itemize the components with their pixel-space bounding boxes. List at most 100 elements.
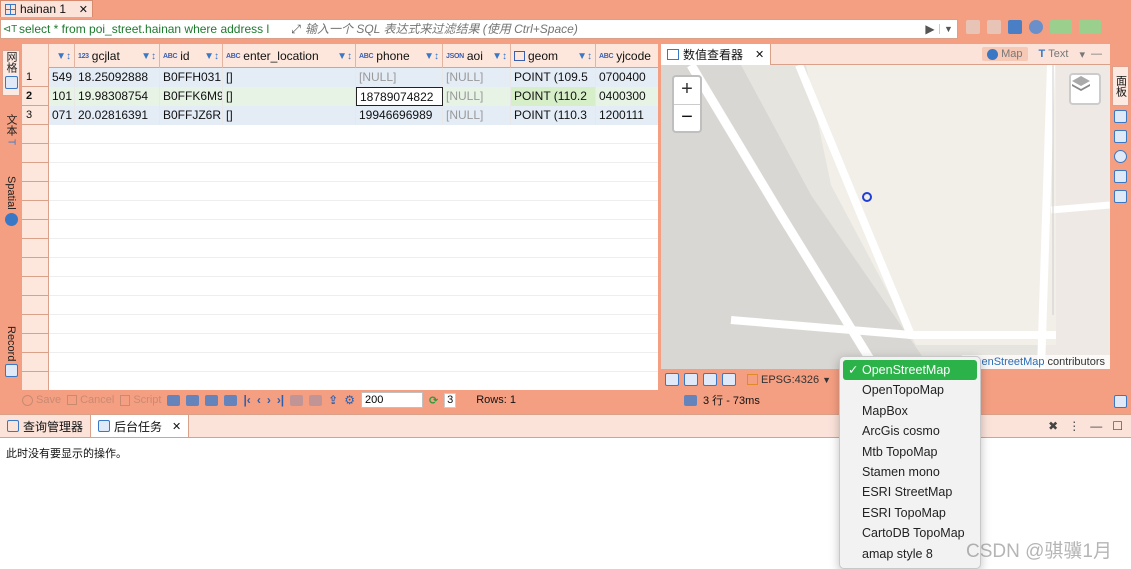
filter-icon[interactable]: ▼↕	[141, 51, 156, 62]
first-page-icon[interactable]: |‹	[243, 393, 250, 407]
table-cell[interactable]: 1200111	[596, 106, 658, 125]
map-mode-button[interactable]: Map	[982, 47, 1028, 61]
grid-panel-icon[interactable]	[1114, 110, 1127, 123]
table-cell[interactable]: 19946696989	[356, 106, 443, 125]
cancel-tasks-icon[interactable]: ✖	[1048, 419, 1058, 433]
refresh-icon[interactable]: ⟳	[429, 394, 438, 407]
table-row[interactable]: 1 549 18.25092888 B0FFH031 [] [NULL] [NU…	[22, 68, 658, 87]
row-number[interactable]: 2	[22, 87, 49, 106]
basemap-menu-item[interactable]: Mtb TopoMap	[843, 442, 977, 462]
sql-query-text[interactable]: select * from poi_street.hainan where ad…	[19, 22, 287, 36]
table-cell[interactable]: POINT (109.5	[511, 68, 596, 87]
maximize-icon[interactable]: ☐	[1112, 419, 1123, 433]
column-header-aoi[interactable]: JSON aoi ▼↕	[443, 44, 511, 68]
view-tab-text[interactable]: 文本 T	[2, 114, 20, 154]
apply-filter-icon[interactable]: ▶	[921, 22, 939, 36]
basemap-menu-item[interactable]: ArcGis cosmo	[843, 421, 977, 441]
close-icon[interactable]: ✕	[172, 420, 181, 433]
table-cell[interactable]: 19.98308754	[75, 87, 160, 106]
filter-icon[interactable]: ▼↕	[424, 51, 439, 62]
table-cell[interactable]: B0FFK6M9	[160, 87, 223, 106]
table-cell[interactable]: []	[223, 68, 356, 87]
basemap-menu-item[interactable]: ✓ OpenStreetMap	[843, 360, 977, 381]
table-cell[interactable]: 101	[49, 87, 75, 106]
delete-row-icon[interactable]	[224, 394, 238, 406]
script-button[interactable]: Script	[120, 394, 161, 406]
next-page-icon[interactable]: ›	[267, 393, 271, 407]
zoom-in-button[interactable]: +	[674, 77, 700, 104]
view-tab-record[interactable]: Record	[2, 326, 20, 384]
edit-row-icon[interactable]	[167, 394, 181, 406]
filter-icon[interactable]: ▼↕	[56, 51, 71, 62]
filter-history-dropdown[interactable]: ▼	[939, 24, 957, 34]
filter-icon[interactable]: ▼↕	[337, 51, 352, 62]
map-view[interactable]: + − OpenStreetMap contributors	[661, 65, 1110, 369]
forward-arrow-icon[interactable]	[1079, 20, 1101, 34]
basemap-menu-item[interactable]: amap style 8	[843, 544, 977, 564]
export-icon[interactable]: ⇪	[328, 393, 338, 407]
row-number[interactable]: 1	[22, 68, 49, 87]
column-header-yjcode[interactable]: ABC yjcode	[596, 44, 658, 68]
back-arrow-icon[interactable]	[1050, 20, 1072, 34]
view-menu-icon[interactable]: ▾	[1079, 48, 1085, 61]
image-copy-icon[interactable]	[703, 373, 717, 386]
filter-icon[interactable]: ▼↕	[492, 51, 507, 62]
table-cell[interactable]: B0FFH031	[160, 68, 223, 87]
basemap-menu-item[interactable]: ESRI StreetMap	[843, 482, 977, 502]
table-cell[interactable]: B0FFJZ6R	[160, 106, 223, 125]
filter-input[interactable]	[305, 22, 921, 36]
filter-icon[interactable]: ▼↕	[204, 51, 219, 62]
table-cell[interactable]: [NULL]	[443, 106, 511, 125]
value-panel-icon[interactable]	[1114, 170, 1127, 183]
minimize-icon[interactable]: —	[1091, 48, 1102, 60]
table-cell[interactable]: 0400300	[596, 87, 658, 106]
cancel-button[interactable]: Cancel	[67, 394, 114, 406]
crs-selector[interactable]: EPSG:4326 ▼	[747, 374, 831, 386]
prev-page-icon[interactable]: ‹	[257, 393, 261, 407]
expand-icon[interactable]: ⤢	[287, 22, 305, 37]
tab-query-manager[interactable]: 查询管理器	[0, 415, 92, 437]
column-header-geom[interactable]: geom ▼↕	[511, 44, 596, 68]
table-row[interactable]: 2 101 19.98308754 B0FFK6M9 [] 1878907482…	[22, 87, 658, 106]
fullscreen-icon[interactable]	[309, 394, 323, 406]
table-cell[interactable]: []	[223, 106, 356, 125]
table-cell[interactable]: 549	[49, 68, 75, 87]
save-button[interactable]: Save	[22, 394, 61, 406]
table-cell[interactable]: [NULL]	[443, 68, 511, 87]
filter-clear-icon[interactable]	[987, 20, 1001, 34]
basemap-menu-item[interactable]: OpenTopoMap	[843, 380, 977, 400]
table-cell[interactable]: []	[223, 87, 356, 106]
view-tab-grid[interactable]: 网格	[2, 50, 20, 96]
info-panel-icon[interactable]	[1114, 150, 1127, 163]
table-cell-selected[interactable]: 18789074822	[356, 87, 443, 106]
filter-settings-icon[interactable]	[1008, 20, 1022, 34]
basemap-menu-item[interactable]: Stamen mono	[843, 462, 977, 482]
add-row-icon[interactable]	[186, 394, 200, 406]
column-header-phone[interactable]: ABC phone ▼↕	[356, 44, 443, 68]
tab-background-tasks[interactable]: 后台任务 ✕	[91, 415, 190, 437]
metadata-panel-icon[interactable]	[1114, 190, 1127, 203]
panel-toggle-icon[interactable]	[1114, 395, 1127, 408]
eraser-icon[interactable]	[966, 20, 980, 34]
filter-icon[interactable]: ▼↕	[577, 51, 592, 62]
layers-button[interactable]	[1069, 73, 1101, 105]
editor-tab-hainan[interactable]: hainan 1 ✕	[0, 0, 93, 17]
minimize-icon[interactable]: —	[1090, 419, 1102, 433]
calc-panel-icon[interactable]	[1114, 130, 1127, 143]
table-cell[interactable]: [NULL]	[443, 87, 511, 106]
image-export-icon[interactable]	[684, 373, 698, 386]
link-icon[interactable]	[290, 394, 304, 406]
table-cell[interactable]: 071	[49, 106, 75, 125]
table-cell[interactable]: 18.25092888	[75, 68, 160, 87]
panel-config-icon[interactable]	[1029, 20, 1043, 34]
table-cell[interactable]: POINT (110.2	[511, 87, 596, 106]
viewer-tab[interactable]: 数值查看器 ✕	[661, 43, 772, 65]
basemap-menu-item[interactable]: MapBox	[843, 401, 977, 421]
fetch-size-input[interactable]	[361, 392, 423, 408]
column-header-gcjlat[interactable]: 123 gcjlat ▼↕	[75, 44, 160, 68]
more-options-icon[interactable]: ⋮	[1068, 419, 1080, 433]
table-row[interactable]: 3 071 20.02816391 B0FFJZ6R [] 1994669698…	[22, 106, 658, 125]
column-header-enter-location[interactable]: ABC enter_location ▼↕	[223, 44, 356, 68]
last-page-icon[interactable]: ›|	[277, 393, 284, 407]
close-icon[interactable]: ✕	[79, 3, 88, 16]
